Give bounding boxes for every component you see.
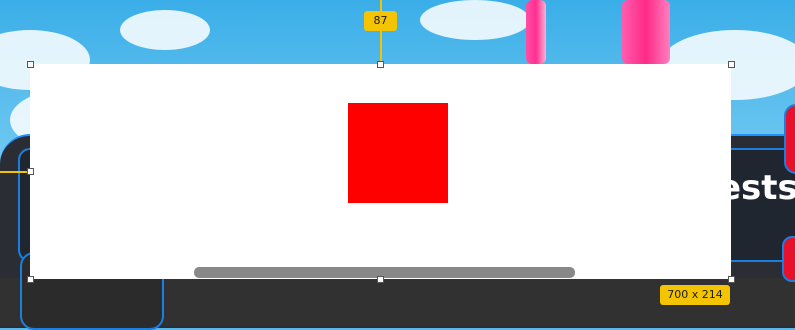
side-red-button[interactable]	[782, 236, 795, 282]
distance-guide-vertical	[380, 0, 382, 64]
resize-handle-left[interactable]	[27, 168, 34, 175]
pink-beam	[622, 0, 670, 64]
pink-beam	[526, 0, 546, 64]
cloud	[420, 0, 530, 40]
cloud	[120, 10, 210, 50]
distance-guide-horizontal	[0, 171, 30, 173]
selected-canvas[interactable]	[30, 64, 731, 279]
resize-handle-bottom[interactable]	[377, 276, 384, 283]
resize-handle-bottom-right[interactable]	[728, 276, 735, 283]
resize-handle-top-left[interactable]	[27, 61, 34, 68]
distance-badge: 87	[364, 11, 397, 31]
resize-handle-top[interactable]	[377, 61, 384, 68]
side-red-button[interactable]	[784, 104, 795, 174]
red-square[interactable]	[348, 103, 448, 203]
resize-handle-bottom-left[interactable]	[27, 276, 34, 283]
horizontal-scrollbar[interactable]	[194, 267, 575, 278]
resize-handle-top-right[interactable]	[728, 61, 735, 68]
size-badge: 700 x 214	[660, 285, 730, 305]
